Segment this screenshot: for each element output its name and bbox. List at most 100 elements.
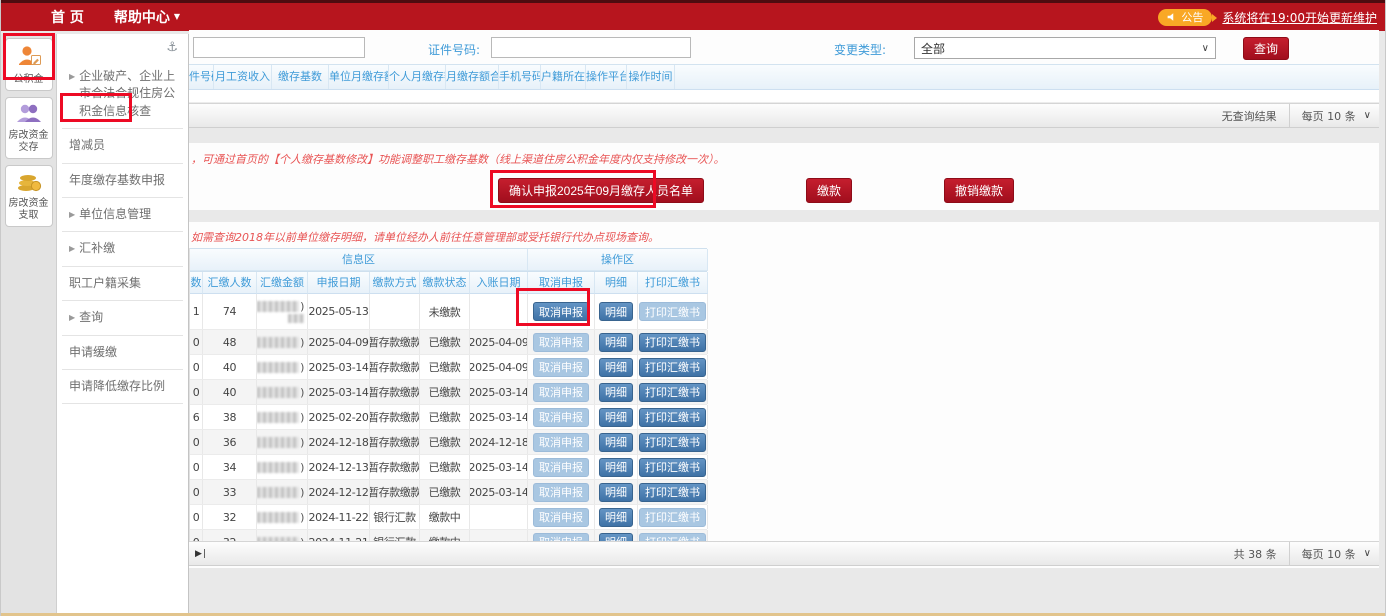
pay-method-cell: 暂存款缴款 — [370, 405, 420, 429]
menu-item[interactable]: ▶单位信息管理 — [62, 198, 183, 232]
pay-status-cell: 已缴款 — [420, 405, 470, 429]
column-header: 月工资收入 — [214, 65, 272, 89]
cancel-declare-button: 取消申报 — [533, 508, 589, 527]
menu-item[interactable]: 职工户籍采集 — [62, 267, 183, 301]
posted-date-cell: 2025-03-14 — [470, 480, 528, 504]
anchor-pin-icon[interactable]: ⚓ — [166, 40, 178, 55]
amount-cell: ) — [257, 294, 308, 329]
app-window: 首 页 帮助中心 ▼ 公告 系统将在19:00开始更新维护 公积金 — [0, 0, 1386, 616]
scroll-end-icon[interactable]: ▶| — [189, 549, 207, 559]
side-menu-panel: ⚓ ▶ 企业破产、企业上市合法合规住房公积金信息核查增减员年度缴存基数申报 ▶单位信… — [57, 34, 189, 616]
rail-tab-reform-withdraw[interactable]: 房改资金支取 — [5, 165, 53, 227]
menu-item[interactable]: 增减员 — [62, 129, 183, 163]
remittance-row: 048)2025-04-09暂存款缴款已缴款2025-04-09取消申报明细打印… — [190, 330, 707, 355]
redacted-amount — [257, 437, 299, 448]
change-type-label: 变更类型: — [834, 41, 886, 58]
print-remittance-button[interactable]: 打印汇缴书 — [639, 383, 706, 402]
people-count-cell: 38 — [203, 405, 257, 429]
print-remittance-button[interactable]: 打印汇缴书 — [639, 408, 706, 427]
cancel-declare-button[interactable]: 取消申报 — [533, 302, 589, 321]
amount-cell: ) — [257, 455, 308, 479]
menu-item[interactable]: 年度缴存基数申报 — [62, 164, 183, 198]
menu-item-label: 企业破产、企业上市合法合规住房公积金信息核查 — [79, 68, 176, 120]
empty-result-text: 无查询结果 — [1210, 108, 1289, 124]
search-button[interactable]: 查询 — [1243, 37, 1289, 60]
change-type-select[interactable]: 全部 ∨ — [914, 37, 1216, 59]
nav-home[interactable]: 首 页 — [51, 7, 84, 27]
detail-button[interactable]: 明细 — [599, 383, 633, 402]
revoke-pay-button[interactable]: 撤销缴款 — [944, 178, 1014, 203]
menu-item[interactable]: ▶ 企业破产、企业上市合法合规住房公积金信息核查 — [62, 60, 183, 129]
menu-item-label: 申请降低缴存比例 — [69, 378, 165, 395]
announcement-badge-label: 公告 — [1181, 9, 1203, 25]
menu-item-label: 汇补缴 — [79, 240, 115, 257]
print-remittance-button[interactable]: 打印汇缴书 — [639, 358, 706, 377]
redacted-amount — [257, 487, 299, 498]
cancel-declare-button: 取消申报 — [533, 408, 589, 427]
rail-tab-reform-deposit[interactable]: 房改资金交存 — [5, 97, 53, 159]
menu-item[interactable]: 申请降低缴存比例 — [62, 370, 183, 404]
page-size-select[interactable]: 每页 10 条 ∨ — [1289, 104, 1379, 127]
declare-date-cell: 2024-12-18 — [308, 430, 370, 454]
detail-button[interactable]: 明细 — [599, 433, 633, 452]
id-number-label: 证件号码: — [428, 41, 480, 58]
menu-item[interactable]: ▶汇补缴 — [62, 232, 183, 266]
detail-button[interactable]: 明细 — [599, 483, 633, 502]
pay-button[interactable]: 缴款 — [806, 178, 852, 203]
id-number-input[interactable] — [491, 37, 691, 58]
amount-cell: ) — [257, 355, 308, 379]
pay-method-cell — [370, 294, 420, 329]
declare-date-cell: 2025-03-14 — [308, 380, 370, 404]
cancel-declare-button: 取消申报 — [533, 458, 589, 477]
chevron-right-icon: ▶ — [69, 206, 75, 221]
pay-method-cell: 暂存款缴款 — [370, 455, 420, 479]
declare-actions-section: ，可通过首页的【个人缴存基数修改】功能调整职工缴存基数（线上渠道住房公积金年度内… — [189, 143, 1379, 210]
name-input[interactable] — [193, 37, 365, 58]
print-remittance-button: 打印汇缴书 — [639, 508, 706, 527]
column-header: 汇缴金额 — [257, 272, 308, 294]
page-size-select[interactable]: 每页 10 条 ∨ — [1289, 542, 1379, 565]
declare-date-cell: 2024-12-13 — [308, 455, 370, 479]
people-count-cell: 48 — [203, 330, 257, 354]
nav-help-center[interactable]: 帮助中心 ▼ — [114, 7, 180, 27]
count-cell: 6 — [190, 405, 203, 429]
redacted-amount — [257, 337, 299, 348]
amount-cell: ) — [257, 505, 308, 529]
print-remittance-button[interactable]: 打印汇缴书 — [639, 333, 706, 352]
detail-button[interactable]: 明细 — [599, 358, 633, 377]
menu-item-label: 年度缴存基数申报 — [69, 172, 165, 189]
change-table-header: 件号码月工资收入缴存基数单位月缴存额个人月缴存额月缴存额合计手机号码户籍所在地操… — [189, 64, 1379, 90]
remittance-row: 174)2025-05-13未缴款取消申报明细打印汇缴书 — [190, 294, 707, 330]
rail-tab-housing-fund[interactable]: 公积金 — [5, 38, 53, 91]
detail-button[interactable]: 明细 — [599, 302, 633, 321]
column-header: 单位月缴存额 — [329, 65, 389, 89]
print-remittance-button: 打印汇缴书 — [639, 302, 706, 321]
detail-button[interactable]: 明细 — [599, 408, 633, 427]
menu-item[interactable]: 申请缓缴 — [62, 336, 183, 370]
remittance-row: 638)2025-02-20暂存款缴款已缴款2025-03-14取消申报明细打印… — [190, 405, 707, 430]
redacted-amount — [257, 362, 299, 373]
posted-date-cell: 2025-03-14 — [470, 455, 528, 479]
detail-button[interactable]: 明细 — [599, 458, 633, 477]
remittance-row: 032)2024-11-22银行汇款缴款中取消申报明细打印汇缴书 — [190, 505, 707, 530]
menu-item[interactable]: ▶查询 — [62, 301, 183, 335]
maintenance-notice-link[interactable]: 系统将在19:00开始更新维护 — [1222, 9, 1377, 26]
column-header: 缴款方式 — [370, 272, 420, 294]
total-count-text: 共 38 条 — [1222, 546, 1289, 562]
count-cell: 0 — [190, 355, 203, 379]
redacted-amount — [257, 462, 299, 473]
chevron-right-icon: ▶ — [69, 68, 75, 83]
print-remittance-button[interactable]: 打印汇缴书 — [639, 483, 706, 502]
column-header: 数 — [190, 272, 203, 294]
remittance-row: 040)2025-03-14暂存款缴款已缴款2025-04-09取消申报明细打印… — [190, 355, 707, 380]
detail-button[interactable]: 明细 — [599, 508, 633, 527]
column-header: 缴存基数 — [272, 65, 329, 89]
people-count-cell: 32 — [203, 505, 257, 529]
print-remittance-button[interactable]: 打印汇缴书 — [639, 433, 706, 452]
confirm-declare-button[interactable]: 确认申报2025年09月缴存人员名单 — [498, 178, 704, 203]
print-remittance-button[interactable]: 打印汇缴书 — [639, 458, 706, 477]
column-header: 户籍所在地 — [541, 65, 586, 89]
chevron-right-icon: ▶ — [69, 309, 75, 324]
pay-status-cell: 缴款中 — [420, 505, 470, 529]
detail-button[interactable]: 明细 — [599, 333, 633, 352]
